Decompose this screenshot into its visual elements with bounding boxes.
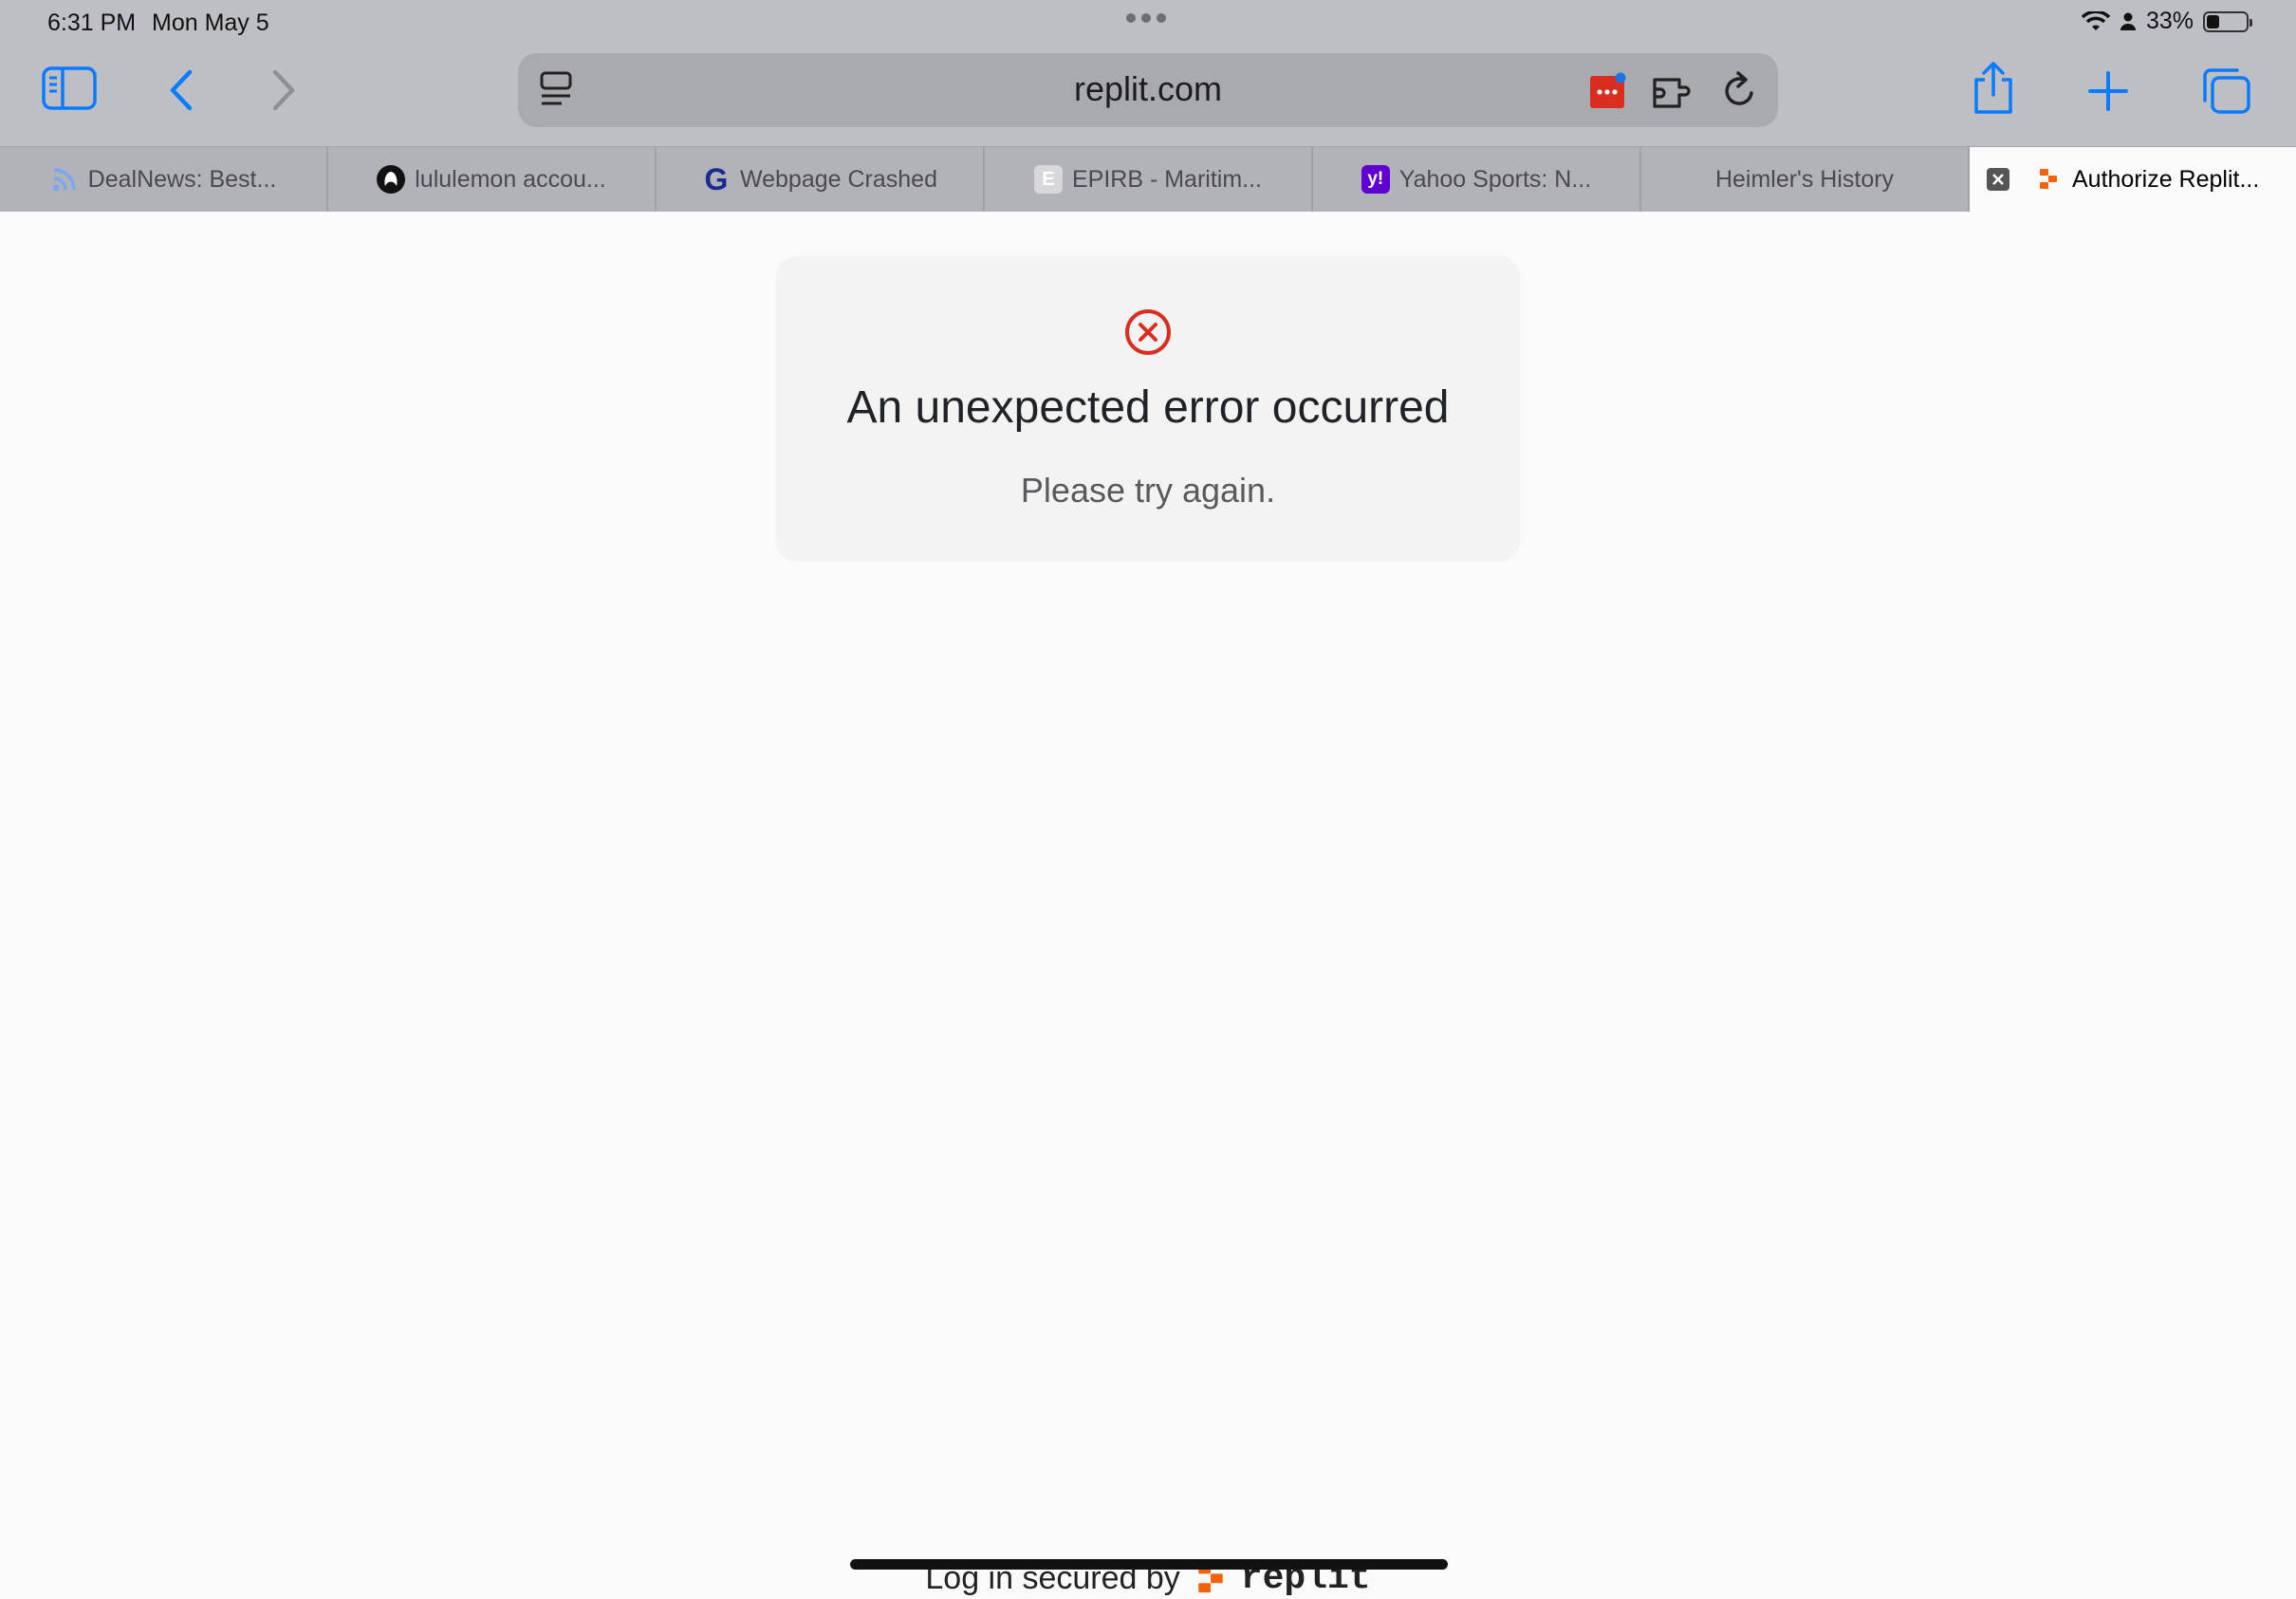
new-tab-icon[interactable] <box>2087 70 2129 112</box>
battery-percent: 33% <box>2145 8 2194 34</box>
status-bar: 6:31 PM Mon May 5 33% <box>0 0 2296 46</box>
tab-label: Heimler's History <box>1714 165 1895 193</box>
sidebar-toggle-icon[interactable] <box>42 66 97 110</box>
tab-label: Yahoo Sports: N... <box>1398 165 1592 193</box>
error-title: An unexpected error occurred <box>846 382 1450 433</box>
back-icon[interactable] <box>167 68 195 112</box>
browser-chrome: 6:31 PM Mon May 5 33% replit.com DealNew… <box>0 0 2296 212</box>
status-right: 33% <box>2081 8 2252 35</box>
tab-label: EPIRB - Maritim... <box>1071 165 1262 193</box>
multitasking-dots-icon[interactable] <box>1126 13 1166 23</box>
password-manager-extension-icon[interactable] <box>1588 72 1628 110</box>
status-date: Mon May 5 <box>152 9 269 36</box>
error-card: An unexpected error occurred Please try … <box>776 256 1520 562</box>
extensions-puzzle-icon[interactable] <box>1651 72 1698 110</box>
person-icon <box>2120 12 2136 30</box>
replit-icon <box>2034 165 2063 194</box>
tab-bar: DealNews: Best... lululemon accou... G W… <box>0 146 2296 212</box>
battery-icon <box>2203 10 2252 32</box>
tab-epirb[interactable]: E EPIRB - Maritim... <box>985 147 1313 212</box>
tab-overview-icon[interactable] <box>2201 66 2252 116</box>
close-tab-icon[interactable] <box>1987 168 2009 191</box>
lululemon-logo-icon <box>377 165 406 194</box>
reload-icon[interactable] <box>1721 70 1759 110</box>
address-bar[interactable]: replit.com <box>518 53 1778 127</box>
tab-heimlers-history[interactable]: Heimler's History <box>1641 147 1970 212</box>
home-indicator <box>850 1559 1448 1570</box>
letter-e-icon: E <box>1033 165 1063 194</box>
tab-lululemon[interactable]: lululemon accou... <box>328 147 657 212</box>
tab-webpage-crashed[interactable]: G Webpage Crashed <box>657 147 985 212</box>
wifi-icon <box>2081 10 2110 30</box>
tab-label: lululemon accou... <box>415 165 606 193</box>
tab-label: Webpage Crashed <box>739 165 937 193</box>
rss-icon <box>50 165 79 194</box>
tab-yahoo-sports[interactable]: y! Yahoo Sports: N... <box>1313 147 1641 212</box>
google-g-icon: G <box>704 161 729 196</box>
tab-dealnews[interactable]: DealNews: Best... <box>0 147 328 212</box>
error-circle-icon <box>1123 307 1173 362</box>
status-time: 6:31 PM <box>47 9 137 36</box>
tab-label: DealNews: Best... <box>87 165 277 193</box>
tab-label: Authorize Replit... <box>2072 165 2260 193</box>
error-message: Please try again. <box>1020 471 1276 510</box>
forward-icon[interactable] <box>269 68 298 112</box>
tab-authorize-replit[interactable]: Authorize Replit... <box>1970 147 2296 212</box>
share-icon[interactable] <box>1972 61 2015 116</box>
yahoo-icon: y! <box>1361 165 1390 194</box>
